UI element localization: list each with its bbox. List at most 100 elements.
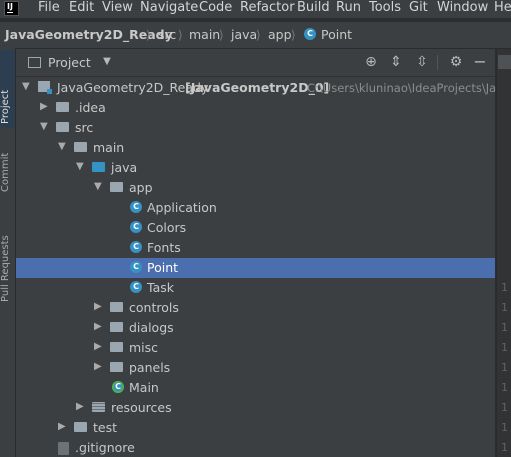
line-number: 1: [501, 441, 508, 454]
menu-view[interactable]: View: [102, 0, 133, 16]
menu-tools[interactable]: Tools: [369, 0, 401, 16]
tree-class-label: Application: [147, 200, 217, 215]
chevron-right-icon[interactable]: ▶: [58, 421, 68, 433]
tree-package-label: misc: [129, 340, 159, 355]
tree-node-root[interactable]: ▼ JavaGeometry2D_Ready [JavaGeometry2D_0…: [16, 78, 495, 98]
tree-node-task[interactable]: C Task: [16, 278, 495, 298]
menu-code[interactable]: Code: [199, 0, 232, 16]
chevron-right-icon[interactable]: ▶: [94, 321, 104, 333]
tree-node-point[interactable]: C Point: [16, 258, 495, 278]
line-number: 1: [501, 401, 508, 414]
collapse-all-icon[interactable]: ⇳: [413, 53, 431, 71]
tree-node-app[interactable]: ▼ app: [16, 178, 495, 198]
tree-class-label: Task: [147, 280, 174, 295]
breadcrumb-point[interactable]: Point: [321, 27, 352, 43]
menu-git[interactable]: Git: [409, 0, 428, 16]
folder-icon: [74, 422, 87, 432]
tree-node-idea[interactable]: ▶ .idea: [16, 98, 495, 118]
project-tree: ▼ JavaGeometry2D_Ready [JavaGeometry2D_0…: [16, 77, 495, 457]
package-icon: [110, 342, 123, 352]
chevron-down-icon[interactable]: ▼: [40, 121, 50, 133]
breadcrumb-separator: ⟩: [291, 28, 296, 42]
tree-node-dialogs[interactable]: ▶ dialogs: [16, 318, 495, 338]
source-folder-icon: [92, 162, 105, 172]
line-number: 1: [501, 321, 508, 334]
tab-pull-requests[interactable]: Pull Requests: [0, 208, 15, 306]
chevron-right-icon[interactable]: ▶: [94, 361, 104, 373]
tree-test-label: test: [93, 420, 118, 435]
toolwindow-title[interactable]: Project: [48, 55, 91, 70]
tree-node-fonts[interactable]: C Fonts: [16, 238, 495, 258]
project-toolwindow-header: Project ▼ ⊕ ⇕ ⇳ ⚙ −: [16, 49, 495, 77]
tree-main-class-label: Main: [129, 380, 159, 395]
tab-pull-requests-label: Pull Requests: [0, 235, 11, 302]
main-class-icon: C: [112, 381, 124, 393]
menu-file[interactable]: File: [38, 0, 60, 16]
tree-node-main[interactable]: ▼ main: [16, 138, 495, 158]
tree-root-path: C:\Users\kluninao\IdeaProjects\Java: [307, 81, 495, 95]
tree-class-label: Fonts: [147, 240, 181, 255]
tree-src-label: src: [75, 120, 94, 135]
tree-node-colors[interactable]: C Colors: [16, 218, 495, 238]
tree-resources-label: resources: [111, 400, 172, 415]
chevron-down-icon[interactable]: ▼: [76, 161, 86, 173]
breadcrumb-separator: ⟩: [146, 28, 151, 42]
menu-refactor[interactable]: Refactor: [240, 0, 295, 16]
menu-edit[interactable]: Edit: [69, 0, 94, 16]
breadcrumb-src[interactable]: src: [158, 27, 176, 43]
resources-folder-icon: [92, 402, 105, 412]
chevron-down-icon[interactable]: ▼: [98, 53, 116, 71]
tree-node-misc[interactable]: ▶ misc: [16, 338, 495, 358]
chevron-down-icon[interactable]: ▼: [22, 81, 32, 93]
breadcrumb-separator: ⟩: [256, 28, 261, 42]
gitignore-file-icon: [58, 442, 69, 455]
line-number: 1: [501, 341, 508, 354]
tab-project[interactable]: Project: [0, 50, 15, 128]
menu-bar: IJ File Edit View Navigate Code Refactor…: [0, 0, 511, 18]
tab-commit[interactable]: Commit: [0, 128, 15, 196]
tab-commit-label: Commit: [0, 152, 11, 192]
tree-package-label: panels: [129, 360, 171, 375]
intellij-logo-icon: IJ: [4, 1, 19, 16]
class-icon: C: [130, 261, 142, 273]
chevron-right-icon[interactable]: ▶: [76, 401, 86, 413]
chevron-right-icon[interactable]: ▶: [94, 341, 104, 353]
package-icon: [110, 362, 123, 372]
menu-help[interactable]: Help: [494, 0, 511, 16]
breadcrumb-java[interactable]: java: [231, 27, 257, 43]
tree-idea-label: .idea: [75, 100, 106, 115]
chevron-down-icon[interactable]: ▼: [94, 181, 104, 193]
menu-build[interactable]: Build: [297, 0, 330, 16]
chevron-right-icon[interactable]: ▶: [40, 101, 50, 113]
tab-project-label: Project: [0, 89, 11, 124]
chevron-down-icon[interactable]: ▼: [58, 141, 68, 153]
class-icon: C: [304, 28, 316, 40]
menu-run[interactable]: Run: [336, 0, 361, 16]
tree-node-main-class[interactable]: C Main: [16, 378, 495, 398]
tree-node-resources[interactable]: ▶ resources: [16, 398, 495, 418]
tree-node-application[interactable]: C Application: [16, 198, 495, 218]
gear-icon[interactable]: ⚙: [447, 53, 465, 71]
tree-node-panels[interactable]: ▶ panels: [16, 358, 495, 378]
tree-node-controls[interactable]: ▶ controls: [16, 298, 495, 318]
line-number: 1: [501, 301, 508, 314]
expand-all-icon[interactable]: ⇕: [387, 53, 405, 71]
tree-node-src[interactable]: ▼ src: [16, 118, 495, 138]
chevron-right-icon[interactable]: ▶: [94, 301, 104, 313]
project-view-icon: [28, 57, 41, 68]
locate-icon[interactable]: ⊕: [362, 53, 380, 71]
breadcrumb-main[interactable]: main: [189, 27, 220, 43]
tree-node-test[interactable]: ▶ test: [16, 418, 495, 438]
menu-window[interactable]: Window: [437, 0, 488, 16]
toolbar-divider: [437, 55, 438, 70]
package-icon: [110, 322, 123, 332]
folder-icon: [74, 142, 87, 152]
tree-node-java[interactable]: ▼ java: [16, 158, 495, 178]
menu-navigate[interactable]: Navigate: [140, 0, 198, 16]
folder-icon: [56, 122, 69, 132]
minimize-icon[interactable]: −: [471, 53, 489, 71]
tree-node-gitignore[interactable]: .gitignore: [16, 438, 495, 457]
breadcrumb-app[interactable]: app: [268, 27, 292, 43]
package-icon: [110, 182, 123, 192]
breadcrumb-separator: ⟩: [219, 28, 224, 42]
